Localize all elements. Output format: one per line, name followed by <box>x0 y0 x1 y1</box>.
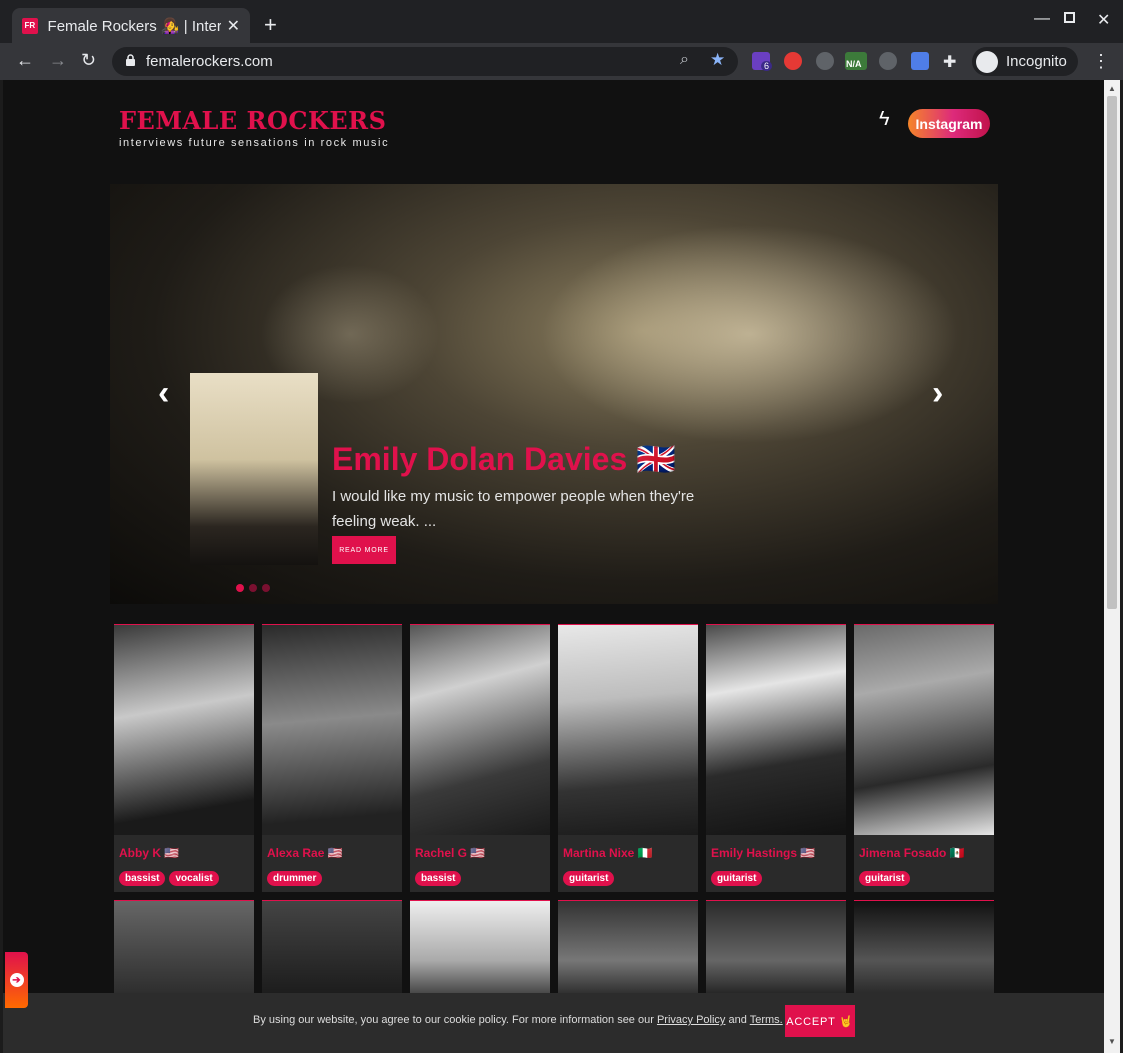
privacy-policy-link[interactable]: Privacy Policy <box>657 1014 725 1026</box>
side-widget-tab[interactable]: ➔ <box>5 952 28 1008</box>
hero-excerpt: I would like my music to empower people … <box>332 488 695 530</box>
artist-name[interactable]: Martina Nixe 🇮🇹 <box>563 846 653 860</box>
scroll-down-icon[interactable]: ▼ <box>1108 1037 1116 1046</box>
tag-badge[interactable]: bassist <box>415 871 462 886</box>
artist-card[interactable]: Martina Nixe 🇮🇹 guitarist <box>558 624 698 892</box>
artist-card[interactable]: Emily Hastings 🇺🇸 guitarist <box>706 624 846 892</box>
lightbulb-icon[interactable] <box>816 52 834 70</box>
artist-card[interactable]: Alexa Rae 🇺🇸 drummer <box>262 624 402 892</box>
artist-photo[interactable] <box>558 625 698 835</box>
scroll-up-icon[interactable]: ▲ <box>1108 84 1116 93</box>
new-tab-icon[interactable]: + <box>264 12 277 38</box>
adblock-hand-icon[interactable] <box>784 52 802 70</box>
incognito-label: Incognito <box>1006 53 1067 70</box>
read-more-button[interactable]: READ MORE <box>332 536 396 564</box>
artist-photo[interactable] <box>114 625 254 835</box>
close-window-icon[interactable]: ✕ <box>1097 10 1110 30</box>
browser-tab[interactable]: FR Female Rockers 👩‍🎤 | Interviews ✕ <box>12 8 250 43</box>
tag-badge[interactable]: guitarist <box>563 871 615 886</box>
cookie-banner: By using our website, you agree to our c… <box>3 993 1104 1053</box>
incognito-icon <box>976 50 998 73</box>
site-logo[interactable]: FEMALE ROCKERS <box>119 106 386 135</box>
artist-card-partial[interactable] <box>114 900 254 1000</box>
artist-photo[interactable] <box>262 625 402 835</box>
slider-prev-icon[interactable]: ‹ <box>158 374 169 413</box>
hero-portrait-image[interactable] <box>190 373 318 565</box>
arrow-right-icon: ➔ <box>9 973 24 987</box>
extension-badge: 6 <box>761 61 773 71</box>
maximize-icon[interactable] <box>1064 10 1075 28</box>
browser-tab-bar: FR Female Rockers 👩‍🎤 | Interviews ✕ + —… <box>0 0 1123 43</box>
artist-name[interactable]: Alexa Rae 🇺🇸 <box>267 846 343 860</box>
cookie-message: By using our website, you agree to our c… <box>253 1014 657 1026</box>
incognito-indicator[interactable]: Incognito <box>972 47 1078 76</box>
hero-background-light <box>540 224 960 444</box>
artist-name[interactable]: Rachel G 🇺🇸 <box>415 846 485 860</box>
hero-artist-name[interactable]: Emily Dolan Davies 🇬🇧 <box>332 440 676 478</box>
artist-card-partial[interactable] <box>262 900 402 1000</box>
hero-slider: ‹ › Emily Dolan Davies 🇬🇧 I would like m… <box>110 184 998 604</box>
extension-puzzle-purple-icon[interactable]: 6 <box>752 52 773 71</box>
na-extension-icon[interactable]: N/A <box>845 52 867 70</box>
terms-link[interactable]: Terms. <box>750 1014 783 1026</box>
scroll-thumb[interactable] <box>1107 96 1117 609</box>
slider-dot-3[interactable] <box>262 584 270 592</box>
artist-card-partial[interactable] <box>706 900 846 1000</box>
instagram-button[interactable]: Instagram <box>908 109 990 138</box>
address-bar[interactable]: femalerockers.com ⌕ ★ <box>112 47 738 76</box>
page-viewport: FEMALE ROCKERS interviews future sensati… <box>3 80 1104 1053</box>
page-scrollbar[interactable]: ▲ ▼ <box>1104 80 1120 1053</box>
artist-card-partial[interactable] <box>558 900 698 1000</box>
bookmark-star-icon[interactable]: ★ <box>710 50 725 70</box>
minimize-icon[interactable]: — <box>1034 10 1050 28</box>
artist-photo[interactable] <box>410 625 550 835</box>
browser-menu-icon[interactable]: ⋮ <box>1092 51 1110 72</box>
artist-card[interactable]: Rachel G 🇺🇸 bassist <box>410 624 550 892</box>
favicon-icon: FR <box>22 17 38 34</box>
artist-photo[interactable] <box>706 625 846 835</box>
artist-name[interactable]: Emily Hastings 🇺🇸 <box>711 846 815 860</box>
forward-icon[interactable]: → <box>49 50 67 71</box>
eye-extension-icon[interactable] <box>879 52 897 70</box>
artist-card-partial[interactable] <box>410 900 550 1000</box>
extensions-puzzle-icon[interactable]: ✚ <box>943 52 961 71</box>
tag-badge[interactable]: guitarist <box>711 871 763 886</box>
reload-icon[interactable]: ↻ <box>81 50 96 71</box>
browser-toolbar: ← → ↻ femalerockers.com ⌕ ★ 6 N/A ✚ Inco… <box>0 43 1123 80</box>
zoom-icon[interactable]: ⌕ <box>680 51 689 69</box>
site-tagline: interviews future sensations in rock mus… <box>119 137 390 149</box>
tag-badge[interactable]: guitarist <box>859 871 911 886</box>
slider-dot-2[interactable] <box>249 584 257 592</box>
tag-badge[interactable]: vocalist <box>169 871 219 886</box>
cookie-text: By using our website, you agree to our c… <box>253 1014 783 1026</box>
accept-cookies-button[interactable]: ACCEPT 🤘 <box>785 1005 855 1037</box>
slider-next-icon[interactable]: › <box>932 374 943 413</box>
artist-card[interactable]: Jimena Fosado 🇲🇽 guitarist <box>854 624 994 892</box>
tag-badge[interactable]: drummer <box>267 871 323 886</box>
tag-badge[interactable]: bassist <box>119 871 166 886</box>
artist-photo[interactable] <box>854 625 994 835</box>
tab-title: Female Rockers 👩‍🎤 | Interviews <box>47 17 221 35</box>
artist-card-partial[interactable] <box>854 900 994 1000</box>
artist-name[interactable]: Jimena Fosado 🇲🇽 <box>859 846 965 860</box>
url-text: femalerockers.com <box>146 53 273 70</box>
cookie-and: and <box>725 1014 750 1026</box>
back-icon[interactable]: ← <box>16 50 34 71</box>
lock-icon <box>126 54 135 66</box>
close-tab-icon[interactable]: ✕ <box>227 16 240 36</box>
translate-icon[interactable] <box>911 52 929 70</box>
artist-card[interactable]: Abby K 🇺🇸 bassist vocalist <box>114 624 254 892</box>
na-label: N/A <box>846 59 862 69</box>
slider-dot-1[interactable] <box>236 584 244 592</box>
artist-name[interactable]: Abby K 🇺🇸 <box>119 846 179 860</box>
lightning-icon[interactable]: ϟ <box>879 108 890 131</box>
